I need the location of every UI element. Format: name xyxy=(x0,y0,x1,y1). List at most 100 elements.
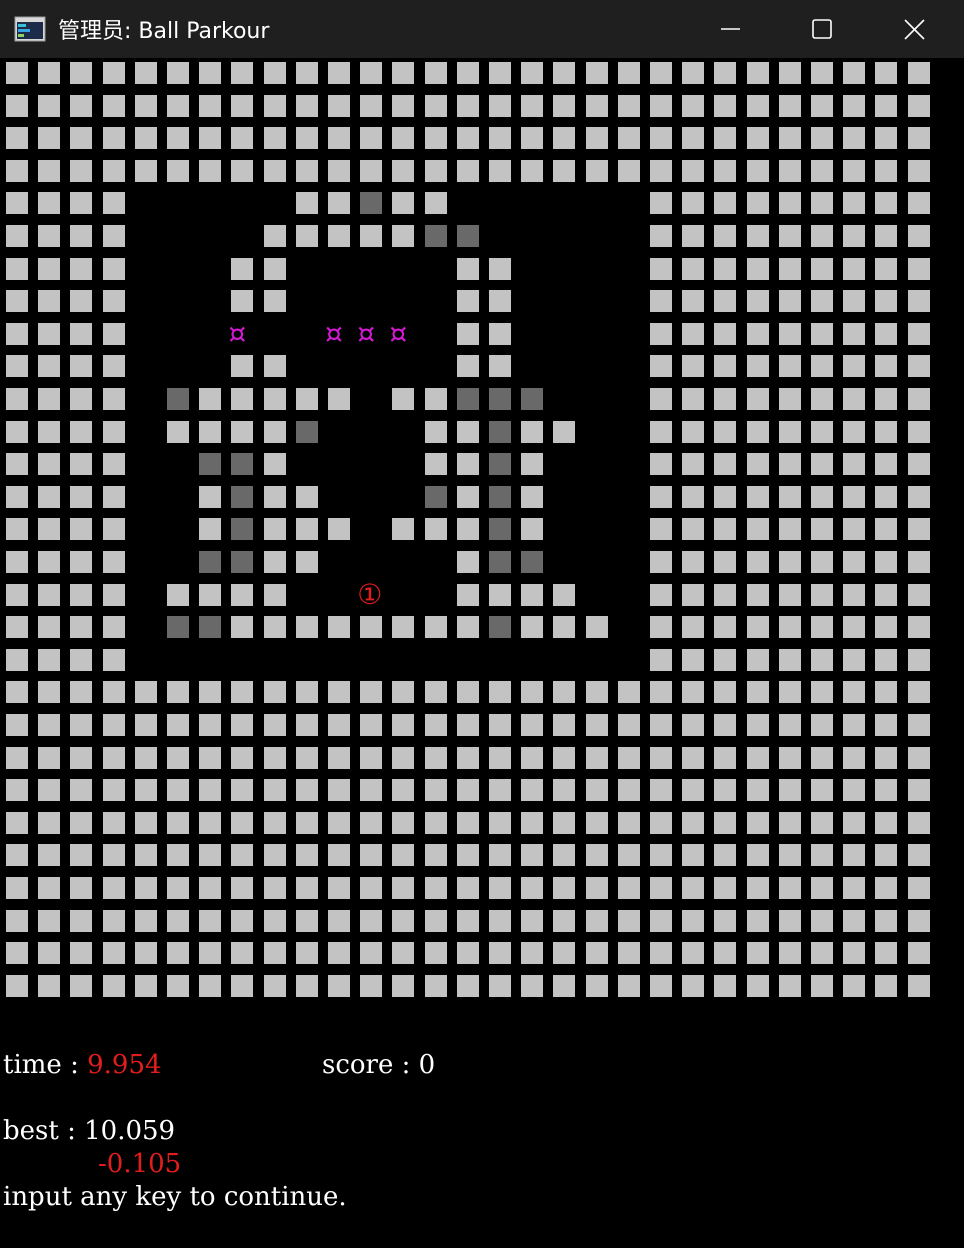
wall-block xyxy=(617,779,640,802)
wall-block xyxy=(263,877,286,899)
wall-block xyxy=(360,811,383,834)
wall-block xyxy=(38,844,61,867)
console-area[interactable]: ¤ ¤ ¤ ¤ ① time : 9.954 score : 0 best : 10.0… xyxy=(0,58,964,1248)
wall-block xyxy=(907,159,930,182)
wall-block xyxy=(38,453,61,476)
wall-block xyxy=(102,746,125,769)
wall-block xyxy=(231,159,254,182)
wall-block xyxy=(521,616,544,639)
wall-block xyxy=(199,746,222,769)
wall-block xyxy=(875,909,898,932)
wall-block xyxy=(263,225,286,247)
wall-block xyxy=(38,877,61,899)
wall-block xyxy=(650,551,672,573)
wall-block xyxy=(585,62,608,84)
wall-block xyxy=(456,877,479,899)
wall-block xyxy=(811,746,833,769)
wall-block xyxy=(907,453,930,476)
wall-block xyxy=(843,290,866,313)
wall-block xyxy=(553,583,576,606)
wall-block xyxy=(167,909,189,932)
wall-block xyxy=(263,974,286,997)
score-label: score : xyxy=(322,1050,419,1080)
wall-block xyxy=(167,974,189,997)
wall-block xyxy=(907,942,930,965)
close-button[interactable] xyxy=(868,0,960,58)
wall-block xyxy=(617,127,640,150)
wall-block xyxy=(456,159,479,182)
wall-block xyxy=(456,714,479,736)
wall-block xyxy=(392,746,415,769)
wall-block xyxy=(617,811,640,834)
wall-block xyxy=(328,909,350,932)
dark-block xyxy=(489,518,511,541)
wall-block xyxy=(70,942,93,965)
wall-block xyxy=(456,62,479,84)
wall-block xyxy=(746,974,769,997)
wall-block xyxy=(295,518,318,541)
wall-block xyxy=(778,355,801,378)
wall-block xyxy=(778,779,801,802)
wall-block xyxy=(70,192,93,215)
wall-block xyxy=(134,714,157,736)
wall-block xyxy=(199,388,222,410)
wall-block xyxy=(811,322,833,345)
wall-block xyxy=(682,746,705,769)
wall-block xyxy=(424,714,447,736)
dark-block xyxy=(231,453,254,476)
wall-block xyxy=(360,779,383,802)
wall-block xyxy=(295,94,318,117)
wall-block xyxy=(907,974,930,997)
wall-block xyxy=(746,257,769,280)
dark-block xyxy=(199,551,222,573)
wall-block xyxy=(102,127,125,150)
wall-block xyxy=(392,811,415,834)
wall-block xyxy=(456,811,479,834)
wall-block xyxy=(102,322,125,345)
wall-block xyxy=(553,844,576,867)
wall-block xyxy=(134,974,157,997)
wall-block xyxy=(489,974,511,997)
wall-block xyxy=(456,355,479,378)
wall-block xyxy=(231,62,254,84)
wall-block xyxy=(456,322,479,345)
wall-block xyxy=(456,844,479,867)
wall-block xyxy=(746,322,769,345)
wall-block xyxy=(328,388,350,410)
wall-block xyxy=(231,420,254,443)
wall-block xyxy=(70,159,93,182)
wall-block xyxy=(875,159,898,182)
wall-block xyxy=(167,714,189,736)
wall-block xyxy=(875,257,898,280)
maximize-button[interactable] xyxy=(776,0,868,58)
wall-block xyxy=(70,551,93,573)
wall-block xyxy=(6,518,28,541)
wall-block xyxy=(328,681,350,704)
wall-block xyxy=(585,811,608,834)
dark-block xyxy=(489,551,511,573)
wall-block xyxy=(875,518,898,541)
wall-block xyxy=(811,942,833,965)
wall-block xyxy=(38,583,61,606)
minimize-button[interactable] xyxy=(684,0,776,58)
dark-block xyxy=(167,388,189,410)
wall-block xyxy=(682,159,705,182)
wall-block xyxy=(714,355,737,378)
wall-block xyxy=(843,681,866,704)
wall-block xyxy=(778,485,801,508)
title-bar[interactable]: 管理员: Ball Parkour xyxy=(0,0,964,58)
wall-block xyxy=(585,909,608,932)
wall-block xyxy=(456,909,479,932)
wall-block xyxy=(553,942,576,965)
wall-block xyxy=(102,355,125,378)
wall-block xyxy=(843,779,866,802)
wall-block xyxy=(70,779,93,802)
wall-block xyxy=(553,746,576,769)
wall-block xyxy=(263,453,286,476)
wall-block xyxy=(102,974,125,997)
coin: ¤ xyxy=(389,316,408,350)
wall-block xyxy=(682,616,705,639)
wall-block xyxy=(360,974,383,997)
wall-block xyxy=(6,583,28,606)
wall-block xyxy=(714,192,737,215)
